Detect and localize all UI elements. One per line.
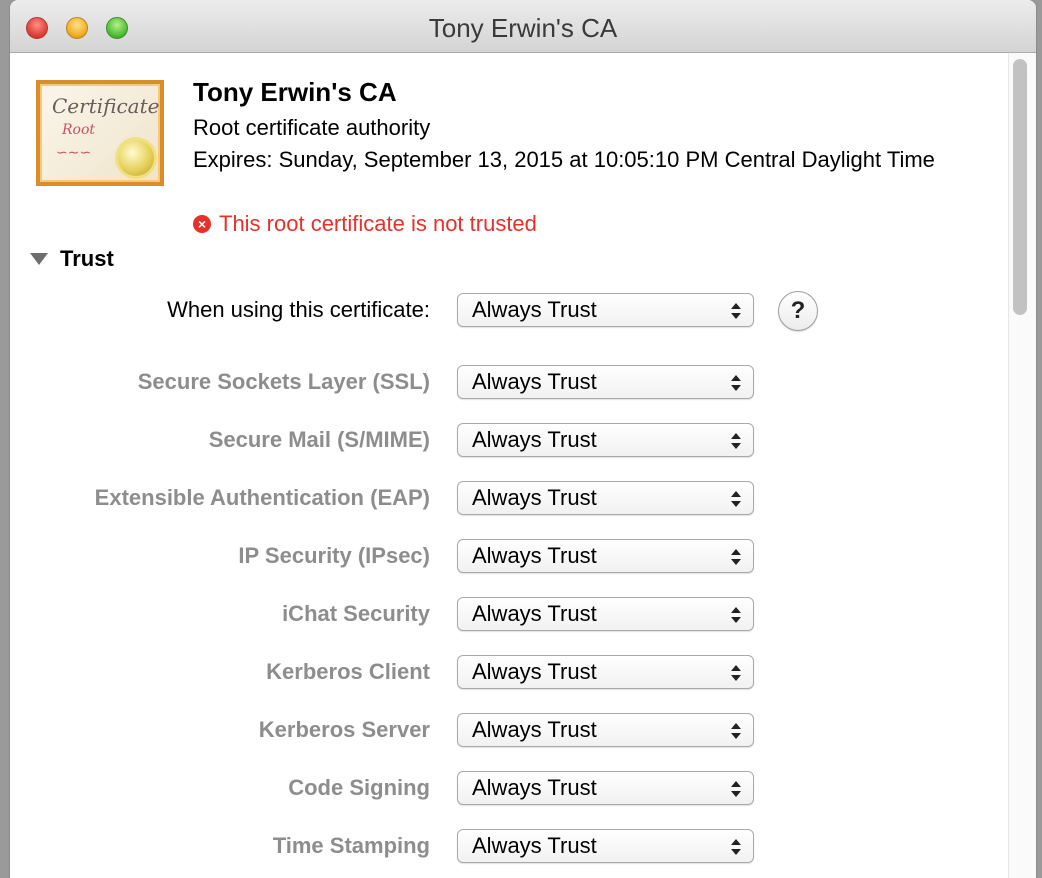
help-button[interactable]: ? <box>778 291 818 331</box>
certificate-window: Tony Erwin's CA Certificate Root ∽∼∽ Ton… <box>10 0 1036 878</box>
certificate-kind: Root certificate authority <box>193 115 431 140</box>
certificate-icon-subtext: Root <box>62 122 96 138</box>
policy-value-ichat: Always Trust <box>472 601 597 626</box>
popup-arrows-icon <box>731 663 741 683</box>
popup-arrows-icon <box>731 547 741 567</box>
scrollbar-thumb[interactable] <box>1013 59 1027 315</box>
popup-arrows-icon <box>731 301 741 321</box>
policy-label-smime: Secure Mail (S/MIME) <box>208 427 430 452</box>
policy-value-ssl: Always Trust <box>472 369 597 394</box>
when-using-value: Always Trust <box>472 297 597 322</box>
policy-value-smime: Always Trust <box>472 427 597 452</box>
popup-arrows-icon <box>731 837 741 857</box>
policy-value-kerberos-server: Always Trust <box>472 717 597 742</box>
certificate-icon-text: Certificate <box>52 94 160 118</box>
popup-arrows-icon <box>731 721 741 741</box>
disclosure-triangle-icon[interactable] <box>30 253 48 265</box>
policy-label-kerberos-server: Kerberos Server <box>258 717 430 742</box>
trust-status-text: This root certificate is not trusted <box>219 211 537 236</box>
policy-popup-ichat[interactable]: Always Trust <box>457 597 754 631</box>
policy-popup-ssl[interactable]: Always Trust <box>457 365 754 399</box>
policy-popup-ipsec[interactable]: Always Trust <box>457 539 754 573</box>
policy-label-code-signing: Code Signing <box>288 775 430 800</box>
window-title: Tony Erwin's CA <box>428 13 618 43</box>
policy-popup-kerberos-server[interactable]: Always Trust <box>457 713 754 747</box>
policy-label-time-stamping: Time Stamping <box>272 833 430 858</box>
error-x-icon: × <box>193 215 211 233</box>
policy-value-ipsec: Always Trust <box>472 543 597 568</box>
trust-section-toggle[interactable]: Trust <box>30 246 114 272</box>
popup-arrows-icon <box>731 373 741 393</box>
policy-value-time-stamping: Always Trust <box>472 833 597 858</box>
policy-label-ssl: Secure Sockets Layer (SSL) <box>137 369 430 394</box>
policy-popup-smime[interactable]: Always Trust <box>457 423 754 457</box>
policy-popup-eap[interactable]: Always Trust <box>457 481 754 515</box>
trust-section-label: Trust <box>60 246 114 271</box>
certificate-name: Tony Erwin's CA <box>193 77 397 107</box>
popup-arrows-icon <box>731 779 741 799</box>
popup-arrows-icon <box>731 489 741 509</box>
popup-arrows-icon <box>731 431 741 451</box>
seal-icon <box>118 140 154 176</box>
policy-value-code-signing: Always Trust <box>472 775 597 800</box>
when-using-label: When using this certificate: <box>167 297 430 322</box>
policy-label-kerberos-client: Kerberos Client <box>266 659 430 684</box>
when-using-popup[interactable]: Always Trust <box>457 293 754 327</box>
policy-popup-code-signing[interactable]: Always Trust <box>457 771 754 805</box>
policy-value-eap: Always Trust <box>472 485 597 510</box>
policy-popup-kerberos-client[interactable]: Always Trust <box>457 655 754 689</box>
trust-status: × This root certificate is not trusted <box>193 211 537 237</box>
policy-label-ipsec: IP Security (IPsec) <box>238 543 430 568</box>
policy-label-eap: Extensible Authentication (EAP) <box>94 485 430 510</box>
popup-arrows-icon <box>731 605 741 625</box>
certificate-details: Certificate Root ∽∼∽ Tony Erwin's CA Roo… <box>10 53 1036 878</box>
policy-value-kerberos-client: Always Trust <box>472 659 597 684</box>
certificate-icon: Certificate Root ∽∼∽ <box>36 80 164 186</box>
policy-label-ichat: iChat Security <box>282 601 430 626</box>
title-bar[interactable]: Tony Erwin's CA <box>10 0 1036 53</box>
flourish-icon: ∽∼∽ <box>56 144 92 160</box>
policy-popup-time-stamping[interactable]: Always Trust <box>457 829 754 863</box>
certificate-expiry: Expires: Sunday, September 13, 2015 at 1… <box>193 147 935 172</box>
